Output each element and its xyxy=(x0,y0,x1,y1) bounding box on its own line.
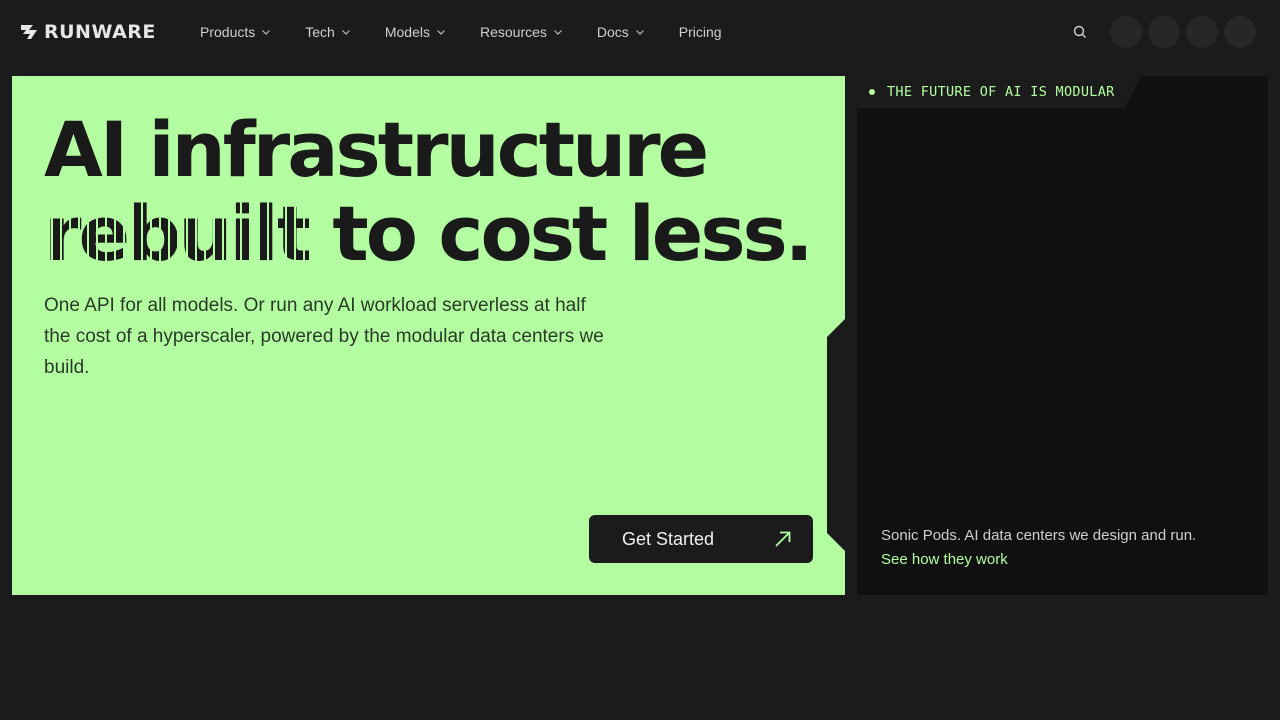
arrow-up-right-icon xyxy=(775,531,791,547)
panel-tag-text: THE FUTURE OF AI IS MODULAR xyxy=(887,84,1115,100)
nav-item-label: Models xyxy=(384,24,430,40)
headline-dashed-word: rebuilt xyxy=(44,189,312,278)
nav-item-resources[interactable]: Resources xyxy=(480,24,563,40)
nav-item-label: Pricing xyxy=(678,24,722,40)
runware-logo-icon xyxy=(21,25,37,39)
nav-item-label: Docs xyxy=(596,24,629,40)
headline-line-1: AI infrastructure xyxy=(44,105,709,194)
panel-caption-text: Sonic Pods. AI data centers we design an… xyxy=(881,527,1197,544)
get-started-button[interactable]: Get Started xyxy=(589,515,813,563)
chevron-down-icon xyxy=(341,30,350,35)
panel-tag: THE FUTURE OF AI IS MODULAR xyxy=(857,76,1141,108)
hero-notch xyxy=(827,319,845,551)
headline-rest: to cost less. xyxy=(308,189,813,278)
brand-name: RUNWARE xyxy=(44,21,156,43)
nav-item-docs[interactable]: Docs xyxy=(597,24,645,40)
main-menu: Products Tech Models Resources Docs Pric… xyxy=(200,20,756,44)
sonic-pods-panel xyxy=(857,76,1268,595)
chevron-down-icon xyxy=(437,30,445,35)
nav-circle-button-1[interactable] xyxy=(1110,16,1142,48)
see-how-they-work-link[interactable]: See how they work xyxy=(881,548,1251,572)
hero-subcopy: One API for all models. Or run any AI wo… xyxy=(44,295,604,378)
search-icon xyxy=(1073,25,1086,38)
nav-item-label: Tech xyxy=(305,24,335,40)
nav-actions xyxy=(1064,16,1256,48)
cta-label: Get Started xyxy=(622,528,715,549)
search-button[interactable] xyxy=(1064,16,1096,48)
chevron-down-icon xyxy=(635,30,644,35)
nav-item-products[interactable]: Products xyxy=(200,24,271,40)
nav-circle-button-2[interactable] xyxy=(1148,16,1180,48)
chevron-down-icon xyxy=(262,30,271,35)
nav-item-tech[interactable]: Tech xyxy=(305,24,351,40)
nav-circle-button-3[interactable] xyxy=(1186,16,1218,48)
nav-circle-button-4[interactable] xyxy=(1224,16,1256,48)
hero-headline: AI infrastructure rebuilt to cost less. xyxy=(44,108,824,276)
status-dot xyxy=(869,89,875,95)
chevron-down-icon xyxy=(553,30,562,35)
nav-item-label: Products xyxy=(200,24,256,40)
brand-logo[interactable]: RUNWARE xyxy=(20,21,156,43)
panel-caption: Sonic Pods. AI data centers we design an… xyxy=(881,524,1251,572)
nav-item-label: Resources xyxy=(479,24,547,40)
top-navigation: RUNWARE Products Tech Models Resources D… xyxy=(0,0,1280,64)
nav-item-models[interactable]: Models xyxy=(385,24,446,40)
nav-item-pricing[interactable]: Pricing xyxy=(679,24,722,40)
